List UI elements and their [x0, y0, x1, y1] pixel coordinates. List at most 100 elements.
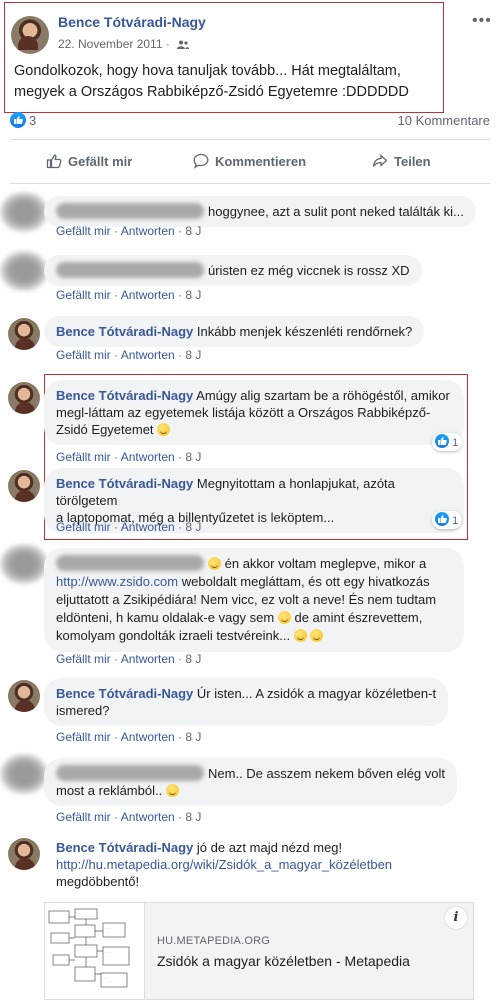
comment-bubble: hoggynee, azt a sulit pont neked találtá… — [44, 196, 476, 227]
reaction-count: 3 — [29, 113, 37, 128]
comment-link[interactable]: http://www.zsido.com — [56, 574, 178, 589]
hidden-avatar — [0, 544, 48, 584]
comment-text: eldönteni, h kamu oldalak-e vagy sem — [56, 610, 275, 625]
comment-author[interactable]: Bence Tótváradi-Nagy — [56, 388, 193, 403]
post-reactions[interactable]: 3 — [10, 112, 36, 130]
comment-actions: Gefällt mir · Antworten · 8 J — [56, 288, 202, 302]
comment-author[interactable]: Bence Tótváradi-Nagy — [56, 686, 193, 701]
like-button[interactable]: Gefällt mir — [46, 153, 132, 169]
comment-button-label: Kommentieren — [215, 154, 307, 169]
comment-reply-link[interactable]: Antworten — [121, 224, 175, 238]
comment-reply-link[interactable]: Antworten — [121, 288, 175, 302]
commenter-avatar[interactable] — [8, 382, 40, 414]
comment-author[interactable]: Bence Tótváradi-Nagy — [56, 324, 193, 339]
comment-bubble: Nem.. De asszem nekem bőven elég volt mo… — [44, 758, 457, 806]
comment-reply-link[interactable]: Antworten — [121, 730, 175, 744]
comment-link[interactable]: http://hu.metapedia.org/wiki/Zsidók_a_ma… — [56, 857, 392, 872]
commenter-avatar[interactable] — [8, 838, 40, 870]
comment-like-link[interactable]: Gefällt mir — [56, 348, 111, 362]
comment-time[interactable]: 8 J — [185, 730, 201, 744]
svg-text:···: ··· — [51, 913, 54, 917]
hidden-author-name — [56, 555, 204, 571]
comment-bubble: úristen ez még viccnek is rossz XD — [44, 255, 422, 286]
comment-time[interactable]: 8 J — [185, 652, 201, 666]
comment-text: most a reklámból.. — [56, 783, 163, 798]
more-options-icon[interactable]: ••• — [472, 12, 492, 30]
link-preview-thumbnail: ··· ····· ······ ····· ······· ······ — [45, 903, 145, 999]
comment-like-link[interactable]: Gefällt mir — [56, 730, 111, 744]
smile-emoji-icon — [293, 629, 307, 642]
hidden-author-name — [56, 262, 204, 278]
like-reaction-icon — [435, 434, 449, 448]
post-meta: 22. November 2011 · — [58, 37, 190, 51]
commenter-avatar[interactable] — [8, 680, 40, 712]
divider — [10, 183, 490, 184]
comment-actions: Gefällt mir · Antworten · 8 J — [56, 348, 202, 362]
smile-emoji-icon — [165, 784, 179, 797]
comment-bubble: Bence Tótváradi-Nagy Amúgy alig szartam … — [44, 380, 464, 445]
comment-reply-link[interactable]: Antworten — [121, 348, 175, 362]
comment-actions: Gefällt mir · Antworten · 8 J — [56, 520, 202, 534]
commenter-avatar[interactable] — [8, 318, 40, 350]
comment-time[interactable]: 8 J — [185, 520, 201, 534]
like-reaction-icon — [435, 512, 449, 526]
comment-text: megdöbbentő! — [56, 874, 140, 889]
post-author-name[interactable]: Bence Tótváradi-Nagy — [58, 14, 206, 30]
comment-actions: Gefällt mir · Antworten · 8 J — [56, 450, 202, 464]
friends-icon — [177, 40, 190, 49]
comment-author[interactable]: Bence Tótváradi-Nagy — [56, 476, 193, 491]
link-domain: HU.METAPEDIA.ORG — [157, 935, 271, 947]
comment-like-link[interactable]: Gefällt mir — [56, 288, 111, 302]
comment-bubble: Bence Tótváradi-Nagy Úr isten... A zsidó… — [44, 678, 449, 726]
comment-bubble: Bence Tótváradi-Nagy jó de azt majd nézd… — [44, 836, 405, 893]
link-preview-card[interactable]: ··· ····· ······ ····· ······· ······ HU.MET… — [44, 902, 474, 1000]
hidden-author-name — [56, 765, 204, 781]
comment-count[interactable]: 10 Kommentare — [398, 113, 491, 128]
svg-text:······: ······ — [105, 926, 111, 930]
comment-text: eljuttatott a Zsikipédiára! Nem vicc, ez… — [56, 592, 437, 607]
comment-text: én akkor voltam meglepve, mikor a — [224, 556, 427, 571]
comment-like-link[interactable]: Gefällt mir — [56, 652, 111, 666]
svg-text:······: ······ — [103, 976, 109, 980]
comment-reply-link[interactable]: Antworten — [121, 652, 175, 666]
comment-time[interactable]: 8 J — [185, 348, 201, 362]
comment-reply-link[interactable]: Antworten — [121, 810, 175, 824]
like-reaction-icon — [10, 112, 26, 128]
comment-time[interactable]: 8 J — [185, 450, 201, 464]
comment-reactions[interactable]: 1 — [432, 433, 462, 451]
comment-reaction-count: 1 — [452, 515, 459, 527]
comment-author[interactable]: Bence Tótváradi-Nagy — [56, 840, 193, 855]
hidden-avatar — [0, 192, 48, 232]
like-button-label: Gefällt mir — [68, 154, 133, 169]
comment-like-link[interactable]: Gefällt mir — [56, 520, 111, 534]
comment-reply-link[interactable]: Antworten — [121, 520, 175, 534]
comment-actions: Gefällt mir · Antworten · 8 J — [56, 224, 202, 238]
comment-like-link[interactable]: Gefällt mir — [56, 224, 111, 238]
hidden-avatar — [0, 251, 48, 291]
smile-emoji-icon — [157, 423, 171, 436]
share-button[interactable]: Teilen — [372, 153, 431, 169]
comment-reactions[interactable]: 1 — [432, 511, 462, 529]
author-avatar[interactable] — [11, 16, 49, 54]
smile-emoji-icon — [310, 629, 324, 642]
comment-text: Nem.. De asszem nekem bőven elég volt — [208, 766, 445, 781]
hidden-avatar — [0, 754, 48, 794]
comment-reply-link[interactable]: Antworten — [121, 450, 175, 464]
link-title[interactable]: Zsidók a magyar közéletben - Metapedia — [157, 953, 410, 969]
comment-button[interactable]: Kommentieren — [193, 153, 306, 169]
comment-bubble: én akkor voltam meglepve, mikor a http:/… — [44, 548, 464, 652]
hidden-author-name — [56, 203, 204, 219]
post-date[interactable]: 22. November 2011 — [58, 37, 163, 51]
commenter-avatar[interactable] — [8, 470, 40, 502]
comment-like-link[interactable]: Gefällt mir — [56, 450, 111, 464]
comment-text: komolyam gondolták izraeli testvéreink..… — [56, 628, 291, 643]
comment-text: de amint észrevettem, — [294, 610, 423, 625]
comment-like-link[interactable]: Gefällt mir — [56, 810, 111, 824]
comment-time[interactable]: 8 J — [185, 224, 201, 238]
comment-reaction-count: 1 — [452, 437, 459, 449]
comment-time[interactable]: 8 J — [185, 288, 201, 302]
post-header: Bence Tótváradi-Nagy 22. November 2011 ·… — [4, 2, 444, 113]
svg-text:·····: ····· — [77, 948, 82, 952]
info-icon[interactable]: i — [445, 907, 467, 929]
comment-time[interactable]: 8 J — [185, 810, 201, 824]
